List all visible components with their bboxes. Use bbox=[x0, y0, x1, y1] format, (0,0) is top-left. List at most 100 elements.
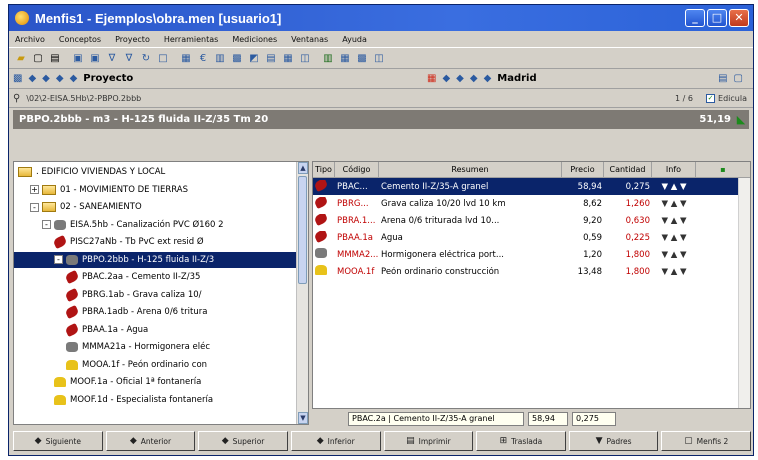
image-icon[interactable]: ▦ bbox=[337, 51, 353, 66]
euro-icon[interactable]: € bbox=[195, 51, 211, 66]
minimize-button[interactable]: _ bbox=[685, 9, 705, 27]
new-icon[interactable]: ▢ bbox=[30, 51, 46, 66]
tree-item[interactable]: PISC27aNb - Tb PvC ext resid Ø bbox=[14, 234, 204, 250]
region-next-icon[interactable]: ◆ bbox=[470, 73, 478, 84]
tree-item[interactable]: - 02 - SANEAMIENTO bbox=[14, 199, 142, 215]
superior-button[interactable]: ◆ Superior bbox=[198, 431, 288, 451]
collapse-icon[interactable]: - bbox=[30, 202, 39, 212]
row-price: 8,62 bbox=[583, 198, 602, 209]
material-icon bbox=[64, 287, 80, 302]
menu-mediciones[interactable]: Mediciones bbox=[232, 35, 277, 44]
nav-forward-icon[interactable]: ◆ bbox=[70, 73, 78, 84]
expand-icon[interactable]: + bbox=[30, 185, 39, 194]
material-icon bbox=[64, 322, 80, 337]
menfis2-button[interactable]: ▢ Menfis 2 bbox=[661, 431, 751, 451]
row-info: ▼ ▲ ▼ bbox=[661, 266, 687, 277]
header-price: 51,19 bbox=[699, 114, 731, 125]
collapse-icon[interactable]: - bbox=[54, 255, 63, 264]
menu-archivo[interactable]: Archivo bbox=[15, 35, 45, 44]
menu-proyecto[interactable]: Proyecto bbox=[115, 35, 150, 44]
imprimir-button[interactable]: ▤ Imprimir bbox=[383, 431, 474, 451]
maximize-button[interactable]: □ bbox=[707, 9, 727, 27]
anterior-button[interactable]: ◆ Anterior bbox=[105, 431, 196, 451]
tree-icon[interactable]: ▤ bbox=[263, 51, 279, 66]
scroll-down-icon[interactable]: ▼ bbox=[298, 412, 308, 424]
tree-item[interactable]: PBRG.1ab - Grava caliza 10/ bbox=[14, 287, 202, 303]
table-row[interactable]: MMMA2... Hormigonera eléctrica port... 1,2… bbox=[313, 246, 750, 263]
tree-item[interactable]: MMMA21a - Hormigonera eléc bbox=[14, 339, 210, 355]
list-icon[interactable]: ▦ bbox=[280, 51, 296, 66]
siguiente-button[interactable]: ◆ Siguiente bbox=[13, 431, 103, 451]
calc-icon[interactable]: ▦ bbox=[178, 51, 194, 66]
row-price: 0,59 bbox=[583, 232, 602, 243]
print-preview-icon[interactable]: ▤ bbox=[47, 51, 63, 66]
collapse-icon[interactable]: - bbox=[42, 220, 51, 229]
path-search-icon[interactable]: ⚲ bbox=[13, 93, 20, 104]
close-button[interactable]: ✕ bbox=[729, 9, 749, 27]
tree-scrollbar[interactable]: ▲ ▼ bbox=[296, 162, 308, 424]
print-icon: ▤ bbox=[406, 436, 415, 446]
tree-item[interactable]: PBRA.1adb - Arena 0/6 tritura bbox=[14, 304, 207, 320]
tree-item[interactable]: . EDIFICIO VIVIENDAS Y LOCAL bbox=[14, 164, 165, 180]
tree-item[interactable]: MOOF.1d - Especialista fontanería bbox=[14, 392, 213, 408]
row-quantity: 0,225 bbox=[625, 232, 650, 243]
find-icon[interactable]: □ bbox=[155, 51, 171, 66]
concept-tree[interactable]: . EDIFICIO VIVIENDAS Y LOCAL +01 - MOVIMI… bbox=[13, 161, 309, 425]
tree-item[interactable]: MOOA.1f - Peón ordinario con bbox=[14, 357, 207, 373]
scroll-up-icon[interactable]: ▲ bbox=[298, 162, 308, 174]
col-extra-icon[interactable]: ▪ bbox=[696, 162, 750, 177]
paste-icon[interactable]: ▣ bbox=[87, 51, 103, 66]
col-precio[interactable]: Precio bbox=[562, 162, 604, 177]
grid-icon[interactable]: ▩ bbox=[229, 51, 245, 66]
tree-item-label: EISA.5hb - Canalización PVC Ø160 2 bbox=[70, 219, 224, 230]
tree-item[interactable]: - PBPO.2bbb - H-125 fluida II-Z/3 bbox=[14, 251, 308, 268]
table-row[interactable]: MOOA.1f Peón ordinario construcción 13,48 1… bbox=[313, 263, 750, 280]
copy-icon[interactable]: ▣ bbox=[70, 51, 86, 66]
edit-checkbox[interactable]: ✓ bbox=[706, 93, 716, 103]
cut-icon[interactable]: ∇ bbox=[104, 51, 120, 66]
doc-icon[interactable]: ▤ bbox=[718, 73, 727, 84]
open-icon[interactable]: ▰ bbox=[13, 51, 29, 66]
nav-prev-icon[interactable]: ◆ bbox=[42, 73, 50, 84]
region-prev-icon[interactable]: ◆ bbox=[456, 73, 464, 84]
menu-ayuda[interactable]: Ayuda bbox=[342, 35, 367, 44]
layout-icon[interactable]: ◫ bbox=[371, 51, 387, 66]
col-codigo[interactable]: Código bbox=[335, 162, 379, 177]
table-row[interactable]: PBRA.1... Arena 0/6 triturada lvd 10... 9,… bbox=[313, 212, 750, 229]
padres-button[interactable]: ▼ Padres bbox=[568, 431, 659, 451]
material-icon bbox=[313, 180, 329, 193]
table-row[interactable]: PBAC... Cemento II-Z/35-A granel 58,94 0,27… bbox=[313, 178, 750, 195]
region-back-icon[interactable]: ◆ bbox=[442, 73, 450, 84]
col-info[interactable]: Info bbox=[652, 162, 696, 177]
table-row[interactable]: PBRG... Grava caliza 10/20 lvd 10 km 8,62 1… bbox=[313, 195, 750, 212]
col-tipo[interactable]: Tipo bbox=[313, 162, 335, 177]
tree-item[interactable]: - EISA.5hb - Canalización PVC Ø160 2 bbox=[14, 217, 224, 233]
window-icon[interactable]: ◫ bbox=[297, 51, 313, 66]
tree-item[interactable]: PBAA.1a - Agua bbox=[14, 322, 148, 338]
scroll-thumb[interactable] bbox=[298, 176, 307, 284]
excel-icon[interactable]: ▥ bbox=[320, 51, 336, 66]
menu-herramientas[interactable]: Herramientas bbox=[164, 35, 219, 44]
col-cantidad[interactable]: Cantidad bbox=[604, 162, 652, 177]
tree-item[interactable]: +01 - MOVIMIENTO DE TIERRAS bbox=[14, 182, 188, 198]
col-resumen[interactable]: Resumen bbox=[379, 162, 562, 177]
tree-item[interactable]: MOOF.1a - Oficial 1ª fontanería bbox=[14, 374, 201, 390]
chart-icon[interactable]: ▥ bbox=[212, 51, 228, 66]
table-scrollbar[interactable] bbox=[738, 178, 750, 408]
nav-back-icon[interactable]: ◆ bbox=[28, 73, 36, 84]
row-price: 1,20 bbox=[583, 249, 602, 260]
page-icon[interactable]: ▢ bbox=[734, 73, 743, 84]
nav-next-icon[interactable]: ◆ bbox=[56, 73, 64, 84]
row-info: ▼ ▲ ▼ bbox=[661, 198, 687, 209]
traslada-button[interactable]: ⊞ Traslada bbox=[476, 431, 566, 451]
globe-icon[interactable]: ▩ bbox=[354, 51, 370, 66]
inferior-button[interactable]: ◆ Inferior bbox=[290, 431, 381, 451]
redo-icon[interactable]: ↻ bbox=[138, 51, 154, 66]
undo-icon[interactable]: ∇ bbox=[121, 51, 137, 66]
region-forward-icon[interactable]: ◆ bbox=[484, 73, 492, 84]
tree-item[interactable]: PBAC.2aa - Cemento II-Z/35 bbox=[14, 269, 200, 285]
menu-ventanas[interactable]: Ventanas bbox=[291, 35, 328, 44]
settings-icon[interactable]: ◩ bbox=[246, 51, 262, 66]
menu-conceptos[interactable]: Conceptos bbox=[59, 35, 101, 44]
table-row[interactable]: PBAA.1a Agua 0,59 0,225 ▼ ▲ ▼ bbox=[313, 229, 750, 246]
